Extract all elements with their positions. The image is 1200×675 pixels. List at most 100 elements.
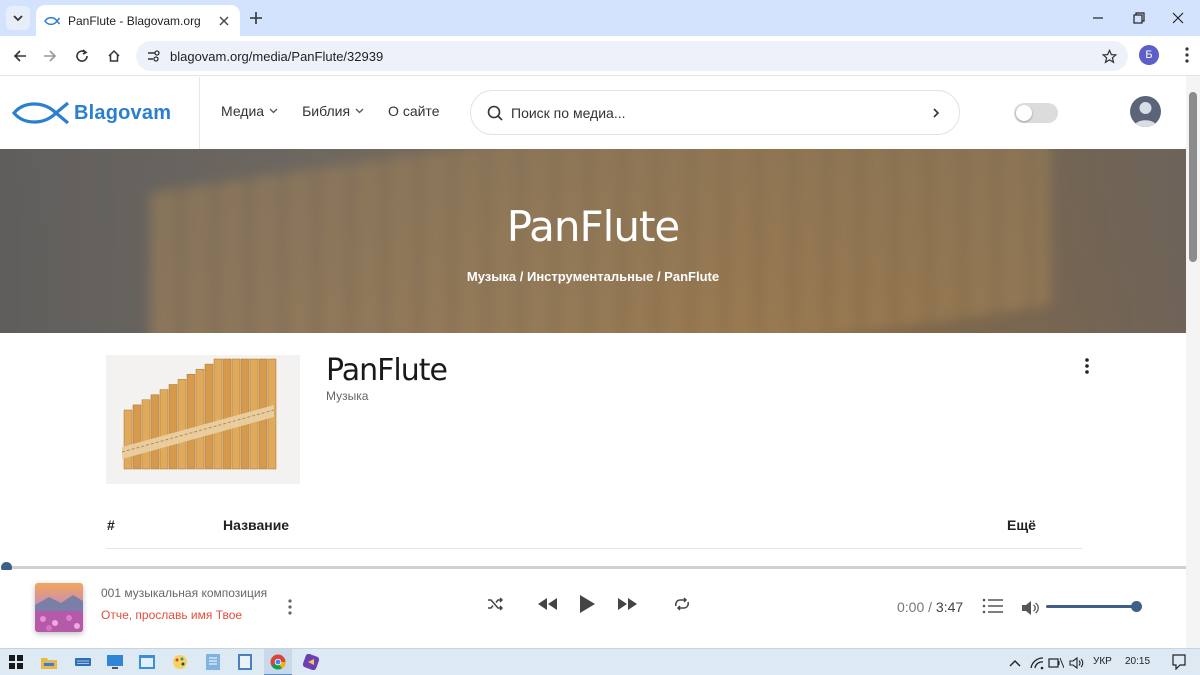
track-duration: 3:47: [935, 599, 964, 615]
bookmark-star-icon[interactable]: [1098, 45, 1120, 67]
windows-taskbar: УКР 20:15: [0, 648, 1200, 675]
flower-field-artwork: [35, 583, 83, 632]
close-window-icon[interactable]: [1166, 6, 1190, 30]
new-tab-icon[interactable]: [247, 9, 265, 27]
browser-tab-active[interactable]: PanFlute - Blagovam.org: [36, 5, 240, 36]
browser-profile-avatar[interactable]: Б: [1139, 45, 1159, 65]
volume-slider-track[interactable]: [1046, 605, 1136, 608]
flute-pipe: [132, 404, 142, 470]
fish-favicon-icon: [44, 13, 60, 29]
column-header-name: Название: [223, 517, 290, 533]
flute-pipe: [231, 358, 241, 470]
nav-item-label: Библия: [302, 103, 351, 119]
search-input[interactable]: [511, 104, 927, 121]
keyboard-app-icon[interactable]: [74, 653, 92, 671]
volume-icon[interactable]: [1021, 600, 1039, 616]
nav-item-label: Медиа: [221, 103, 265, 119]
search-icon: [485, 103, 505, 123]
theme-toggle[interactable]: [1014, 103, 1058, 123]
notifications-icon[interactable]: [1170, 653, 1188, 671]
chevron-down-icon: [355, 108, 364, 114]
flute-pipe: [213, 358, 223, 470]
next-track-icon[interactable]: [616, 594, 640, 614]
flute-pipe: [168, 384, 178, 470]
document-app-icon[interactable]: [236, 653, 254, 671]
breadcrumb-separator: /: [653, 269, 665, 284]
track-artist[interactable]: Отче, прославь имя Твое: [101, 608, 242, 622]
tab-search-icon[interactable]: [6, 6, 30, 30]
shuffle-icon[interactable]: [485, 594, 505, 614]
browser-tab-strip: PanFlute - Blagovam.org: [0, 0, 1200, 36]
forward-icon[interactable]: [38, 44, 62, 68]
windows-start-icon[interactable]: [7, 653, 25, 671]
tab-title: PanFlute - Blagovam.org: [68, 13, 201, 28]
nav-item-label: О сайте: [388, 103, 440, 119]
main-nav: Медиа Библия О сайте: [221, 103, 463, 119]
breadcrumb: Музыка / Инструментальные / PanFlute: [0, 269, 1186, 284]
breadcrumb-item-instrumental[interactable]: Инструментальные: [527, 269, 653, 284]
user-silhouette-icon: [1134, 102, 1157, 127]
wifi-icon[interactable]: [1028, 654, 1046, 672]
app-window-icon[interactable]: [138, 653, 156, 671]
restore-icon[interactable]: [1127, 6, 1151, 30]
reload-icon[interactable]: [70, 44, 94, 68]
user-avatar[interactable]: [1130, 96, 1161, 127]
battery-icon[interactable]: [1047, 654, 1065, 672]
album-category: Музыка: [326, 389, 369, 403]
track-artwork: [35, 583, 83, 632]
repeat-icon[interactable]: [672, 594, 692, 614]
address-bar[interactable]: blagovam.org/media/PanFlute/32939: [136, 41, 1128, 71]
flute-pipe: [177, 379, 187, 470]
close-tab-icon[interactable]: [216, 13, 232, 29]
chevron-down-icon: [269, 108, 278, 114]
time-separator: /: [924, 599, 936, 615]
tracklist-header: # Название Ещё: [106, 515, 1082, 549]
audio-player: 001 музыкальная композиция Отче, прослав…: [0, 570, 1186, 648]
notepad-icon[interactable]: [204, 653, 222, 671]
file-explorer-icon[interactable]: [40, 653, 58, 671]
browser-toolbar: blagovam.org/media/PanFlute/32939: [0, 36, 1200, 76]
back-icon[interactable]: [8, 44, 32, 68]
clock[interactable]: 20:15: [1125, 656, 1150, 667]
media-search-box: [470, 90, 960, 135]
browser-menu-icon[interactable]: [1177, 44, 1197, 66]
track-title: 001 музыкальная композиция: [101, 586, 268, 600]
flute-pipe: [150, 394, 160, 470]
playlist-queue-icon[interactable]: [982, 598, 1004, 616]
flute-pipe: [204, 363, 214, 470]
album-title: PanFlute: [326, 353, 448, 388]
site-logo[interactable]: Blagovam: [12, 98, 171, 128]
minimize-icon[interactable]: [1086, 6, 1110, 30]
chrome-icon[interactable]: [269, 653, 287, 671]
input-language[interactable]: УКР: [1093, 656, 1112, 667]
nav-item-bible[interactable]: Библия: [302, 103, 364, 119]
breadcrumb-item-current: PanFlute: [664, 269, 720, 284]
play-button[interactable]: [576, 593, 598, 615]
playback-time: 0:00 / 3:47: [897, 599, 963, 615]
previous-track-icon[interactable]: [535, 594, 559, 614]
paint-app-icon[interactable]: [171, 653, 189, 671]
hero-title: PanFlute: [506, 202, 681, 251]
breadcrumb-item-music[interactable]: Музыка: [467, 269, 516, 284]
logo-text: Blagovam: [74, 101, 172, 124]
breadcrumb-separator: /: [516, 269, 527, 284]
column-header-number: #: [107, 517, 115, 533]
computer-icon[interactable]: [106, 653, 124, 671]
url-text: blagovam.org/media/PanFlute/32939: [170, 48, 384, 64]
track-more-options-icon[interactable]: [284, 596, 296, 618]
album-more-options-icon[interactable]: [1078, 355, 1096, 377]
nav-item-about[interactable]: О сайте: [388, 103, 439, 119]
tray-expand-chevron-icon[interactable]: [1006, 654, 1024, 672]
media-app-icon[interactable]: [302, 653, 320, 671]
speaker-icon[interactable]: [1068, 654, 1086, 672]
volume-slider-handle[interactable]: [1131, 601, 1142, 612]
flute-pipe: [159, 389, 169, 470]
page-scrollbar-thumb[interactable]: [1189, 92, 1197, 262]
site-info-icon[interactable]: [142, 45, 164, 67]
toggle-knob: [1016, 105, 1032, 121]
flute-pipe: [222, 358, 232, 470]
playback-progress-bar[interactable]: [6, 566, 1186, 569]
home-icon[interactable]: [102, 44, 126, 68]
nav-item-media[interactable]: Медиа: [221, 103, 278, 119]
search-submit-chevron-icon[interactable]: [927, 104, 945, 122]
